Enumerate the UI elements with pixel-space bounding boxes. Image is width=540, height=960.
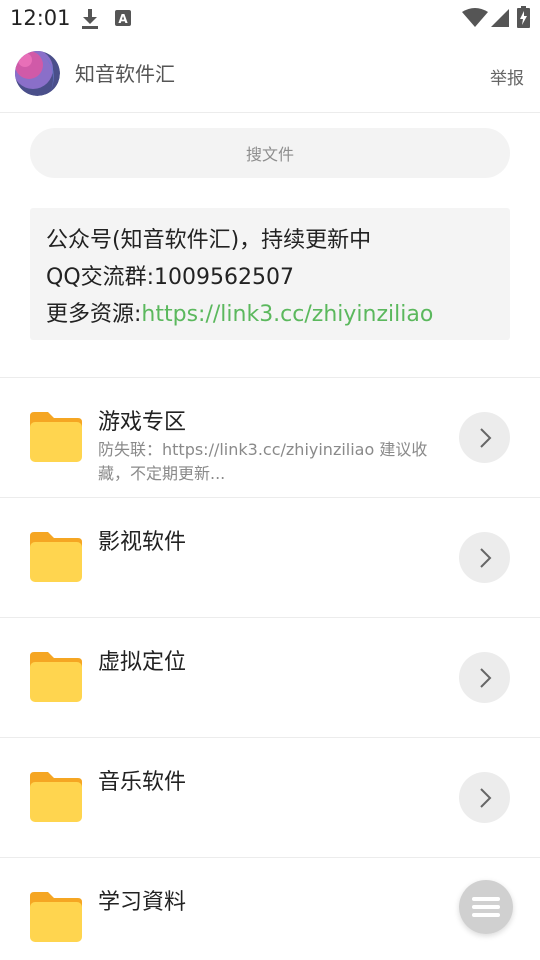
status-bar: 12:01 A bbox=[0, 0, 540, 36]
folder-icon bbox=[30, 532, 82, 582]
status-time: 12:01 bbox=[10, 6, 71, 30]
folder-name: 学习資料 bbox=[98, 890, 187, 915]
notice-link-prefix: 更多资源: bbox=[46, 302, 142, 327]
wifi-icon bbox=[462, 8, 488, 27]
avatar[interactable] bbox=[15, 51, 60, 96]
open-folder-button[interactable] bbox=[459, 412, 510, 463]
open-folder-button[interactable] bbox=[459, 652, 510, 703]
folder-name: 虚拟定位 bbox=[98, 650, 187, 675]
avatar-image bbox=[15, 51, 60, 96]
folder-row-games[interactable]: 游戏专区 防失联：https://link3.cc/zhiyinziliao 建… bbox=[0, 378, 540, 498]
notice-line-3: 更多资源:https://link3.cc/zhiyinziliao bbox=[46, 296, 494, 333]
chevron-right-icon bbox=[479, 427, 491, 448]
folder-row-location[interactable]: 虚拟定位 bbox=[0, 618, 540, 738]
notice-line-1: 公众号(知音软件汇)，持续更新中 bbox=[46, 228, 372, 253]
folder-row-music[interactable]: 音乐软件 bbox=[0, 738, 540, 858]
chevron-right-icon bbox=[479, 547, 491, 568]
folder-row-video[interactable]: 影视软件 bbox=[0, 498, 540, 618]
folder-icon bbox=[30, 772, 82, 822]
menu-fab[interactable] bbox=[459, 880, 513, 934]
open-folder-button[interactable] bbox=[459, 532, 510, 583]
chevron-right-icon bbox=[479, 787, 491, 808]
notice-card: 公众号(知音软件汇)，持续更新中 QQ交流群:1009562507 更多资源:h… bbox=[30, 208, 510, 340]
app-title: 知音软件汇 bbox=[75, 62, 175, 86]
notice-line-2: QQ交流群:1009562507 bbox=[46, 265, 295, 290]
folder-name: 音乐软件 bbox=[98, 770, 187, 795]
app-header: 知音软件汇 举报 bbox=[0, 36, 540, 113]
open-folder-button[interactable] bbox=[459, 772, 510, 823]
signal-icon bbox=[491, 9, 509, 27]
search-input[interactable]: 搜文件 bbox=[30, 128, 510, 178]
report-button[interactable]: 举报 bbox=[490, 64, 524, 89]
folder-icon bbox=[30, 892, 82, 942]
download-icon bbox=[82, 9, 98, 29]
search-placeholder: 搜文件 bbox=[245, 145, 294, 164]
folder-name: 影视软件 bbox=[98, 530, 187, 555]
svg-text:A: A bbox=[118, 12, 128, 26]
folder-description: 防失联：https://link3.cc/zhiyinziliao 建议收藏，不… bbox=[98, 440, 428, 483]
battery-icon bbox=[517, 6, 530, 28]
menu-icon bbox=[472, 897, 500, 917]
folder-name: 游戏专区 bbox=[98, 410, 187, 435]
folder-icon bbox=[30, 652, 82, 702]
chevron-right-icon bbox=[479, 667, 491, 688]
app-notification-icon: A bbox=[115, 10, 131, 26]
resource-link[interactable]: https://link3.cc/zhiyinziliao bbox=[141, 302, 433, 327]
folder-icon bbox=[30, 412, 82, 462]
